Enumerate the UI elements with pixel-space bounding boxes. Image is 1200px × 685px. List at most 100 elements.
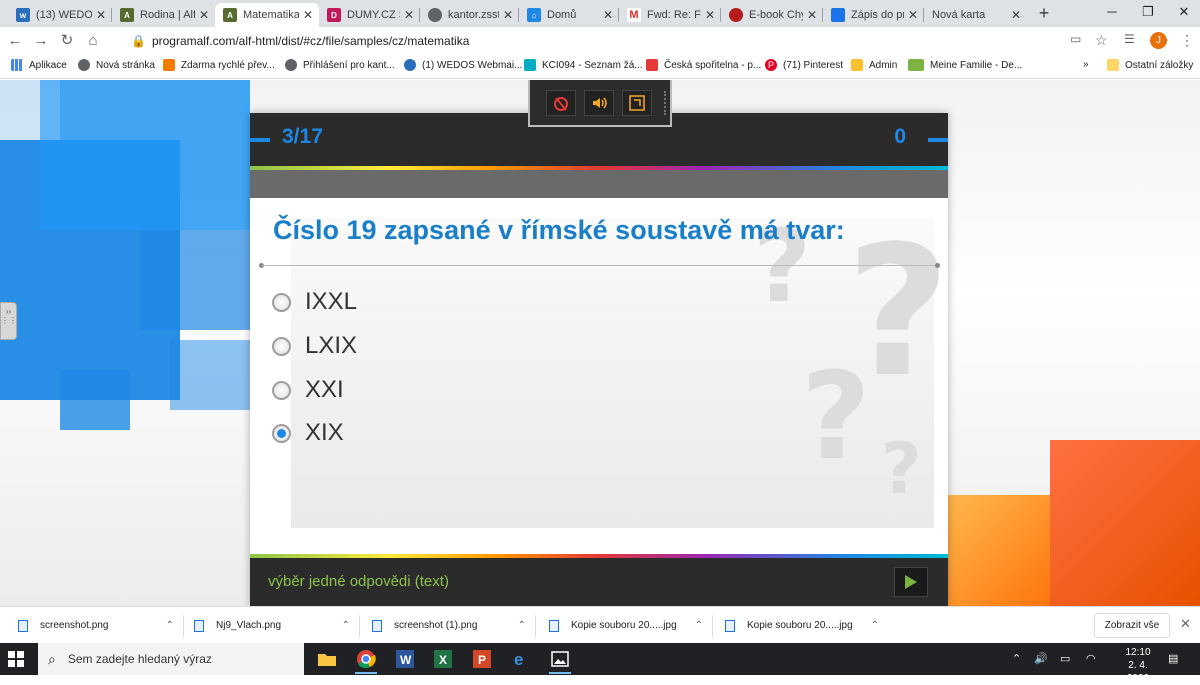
clock[interactable]: 12:10 2. 4. 2020 xyxy=(1116,646,1160,685)
other-bookmarks[interactable]: Ostatní záložky xyxy=(1107,59,1193,71)
submit-button[interactable] xyxy=(894,567,928,597)
tab-ebook[interactable]: E-book Chys ✕ xyxy=(721,3,823,27)
close-tab-icon[interactable]: ✕ xyxy=(908,8,918,22)
tab-new[interactable]: Nová karta ✕ xyxy=(924,3,1027,27)
drag-handle[interactable] xyxy=(664,90,666,115)
download-item[interactable]: Kopie souboru 20.....jpg ⌃ xyxy=(725,607,887,644)
maximize-button[interactable]: ❐ xyxy=(1138,4,1158,22)
reading-list-icon[interactable]: ☰ xyxy=(1124,32,1135,46)
install-app-icon[interactable]: ▭ xyxy=(1070,32,1081,46)
download-item[interactable]: Nj9_Vlach.png ⌃ xyxy=(194,607,360,644)
star-icon[interactable]: ☆ xyxy=(1095,32,1108,49)
tab-gmail[interactable]: M Fwd: Re: Fwd ✕ xyxy=(619,3,721,27)
radio-button[interactable] xyxy=(272,292,291,312)
taskbar-search[interactable]: ⌕ Sem zadejte hledaný výraz xyxy=(38,643,304,675)
tab-title: Fwd: Re: Fwd xyxy=(647,9,701,21)
volume-icon[interactable]: 🔊 xyxy=(1034,652,1048,665)
tab-rodina[interactable]: A Rodina | Alf ✕ xyxy=(112,3,215,27)
chevron-up-icon[interactable]: ⌃ xyxy=(166,620,174,631)
tab-zapis[interactable]: Zápis do prv ✕ xyxy=(823,3,924,27)
windows-start-icon[interactable] xyxy=(8,651,24,667)
radio-button[interactable] xyxy=(272,380,291,400)
bookmarks-overflow-button[interactable]: » xyxy=(1083,59,1089,70)
close-tab-icon[interactable]: ✕ xyxy=(199,8,209,22)
download-filename: Kopie souboru 20.....jpg xyxy=(571,620,677,631)
excel-icon[interactable]: X xyxy=(430,647,456,671)
close-window-button[interactable]: ✕ xyxy=(1174,4,1194,22)
close-tab-icon[interactable]: ✕ xyxy=(96,8,106,22)
fullscreen-icon[interactable] xyxy=(622,89,652,116)
edge-icon[interactable]: e xyxy=(508,647,534,671)
answer-option[interactable]: LXIX xyxy=(272,332,357,360)
svg-text:P: P xyxy=(478,653,486,667)
bookmark-label: (71) Pinterest xyxy=(783,59,844,71)
battery-icon[interactable]: ▭ xyxy=(1060,652,1070,665)
file-explorer-icon[interactable] xyxy=(314,647,340,671)
chevron-up-icon[interactable]: ⌃ xyxy=(871,620,879,631)
close-tab-icon[interactable]: ✕ xyxy=(705,8,715,22)
tab-domu[interactable]: ⌂ Domů ✕ xyxy=(519,3,619,27)
chevron-up-icon[interactable]: ⌃ xyxy=(695,620,703,631)
bookmark-item[interactable]: Nová stránka xyxy=(78,59,155,71)
notifications-icon[interactable]: ▤ xyxy=(1168,652,1178,665)
word-icon[interactable]: W xyxy=(392,647,418,671)
question-mark-decoration: ? xyxy=(881,428,922,510)
chevron-up-icon[interactable]: ⌃ xyxy=(518,620,526,631)
close-tab-icon[interactable]: ✕ xyxy=(303,8,313,22)
close-tab-icon[interactable]: ✕ xyxy=(404,8,414,22)
bookmarks-bar: Aplikace Nová stránka Zdarma rychlé přev… xyxy=(0,54,1200,79)
wedos-icon xyxy=(404,59,416,71)
answer-option[interactable]: XIX xyxy=(272,419,344,447)
score-value: 0 xyxy=(894,125,906,148)
close-downloads-icon[interactable]: ✕ xyxy=(1180,616,1191,632)
bookmark-item[interactable]: Česká spořitelna - p... xyxy=(646,59,761,71)
image-file-icon xyxy=(194,619,204,632)
back-icon[interactable]: ← xyxy=(5,31,25,51)
new-tab-button[interactable]: + xyxy=(1034,4,1054,24)
speaker-icon[interactable] xyxy=(584,89,614,116)
download-item[interactable]: Kopie souboru 20.....jpg ⌃ xyxy=(549,607,713,644)
tab-title: E-book Chys xyxy=(749,9,803,21)
bookmark-item[interactable]: Admin xyxy=(851,59,897,71)
bookmark-item[interactable]: Zdarma rychlé přev... xyxy=(163,59,275,71)
tab-dumy[interactable]: D DUMY.CZ Sd ✕ xyxy=(319,3,420,27)
tray-chevron-icon[interactable]: ⌃ xyxy=(1012,652,1021,665)
answer-option[interactable]: XXI xyxy=(272,376,344,404)
home-icon[interactable]: ⌂ xyxy=(83,31,103,51)
radio-button[interactable] xyxy=(272,336,291,356)
download-item[interactable]: screenshot (1).png ⌃ xyxy=(372,607,536,644)
close-tab-icon[interactable]: ✕ xyxy=(603,8,613,22)
forward-icon[interactable]: → xyxy=(31,31,51,51)
close-tab-icon[interactable]: ✕ xyxy=(807,8,817,22)
bookmark-apps[interactable]: Aplikace xyxy=(11,59,67,71)
tab-matematika[interactable]: A Matematika ✕ xyxy=(215,3,319,27)
photos-icon[interactable] xyxy=(547,647,573,674)
reload-icon[interactable]: ↻ xyxy=(57,31,77,51)
download-item[interactable]: screenshot.png ⌃ xyxy=(18,607,184,644)
show-all-downloads-button[interactable]: Zobrazit vše xyxy=(1094,613,1170,638)
minimize-button[interactable]: ─ xyxy=(1102,4,1122,22)
bookmark-item[interactable]: P (71) Pinterest xyxy=(765,59,843,71)
avatar[interactable]: J xyxy=(1150,32,1167,49)
tab-wedos[interactable]: w (13) WEDOS ✕ xyxy=(8,3,112,27)
bookmark-item[interactable]: (1) WEDOS Webmai... xyxy=(404,59,522,71)
answer-option[interactable]: IXXL xyxy=(272,288,357,316)
radio-button-selected[interactable] xyxy=(272,423,291,443)
side-panel-handle[interactable]: ›› ⋮⋮ xyxy=(0,302,17,340)
bookmark-label: KCI094 - Seznam žá... xyxy=(542,59,643,71)
close-tab-icon[interactable]: ✕ xyxy=(1011,8,1021,22)
bookmark-item[interactable]: KCI094 - Seznam žá... xyxy=(524,59,643,71)
timer-off-icon[interactable] xyxy=(546,89,576,116)
powerpoint-icon[interactable]: P xyxy=(469,647,495,671)
bookmark-item[interactable]: Přihlášení pro kant... xyxy=(285,59,395,71)
tab-kantor[interactable]: kantor.zsstra ✕ xyxy=(420,3,519,27)
wifi-icon[interactable]: ◠ xyxy=(1086,652,1096,665)
tab-title: Zápis do prv xyxy=(851,9,904,21)
bookmark-item[interactable]: Meine Familie - De... xyxy=(908,59,1022,71)
tab-title: Rodina | Alf xyxy=(140,9,195,21)
address-bar[interactable]: 🔒 programalf.com/alf-html/dist/#cz/file/s… xyxy=(131,34,469,48)
close-tab-icon[interactable]: ✕ xyxy=(503,8,513,22)
chrome-icon[interactable] xyxy=(353,647,379,674)
chevron-up-icon[interactable]: ⌃ xyxy=(342,620,350,631)
menu-icon[interactable]: ⋮ xyxy=(1180,32,1194,49)
